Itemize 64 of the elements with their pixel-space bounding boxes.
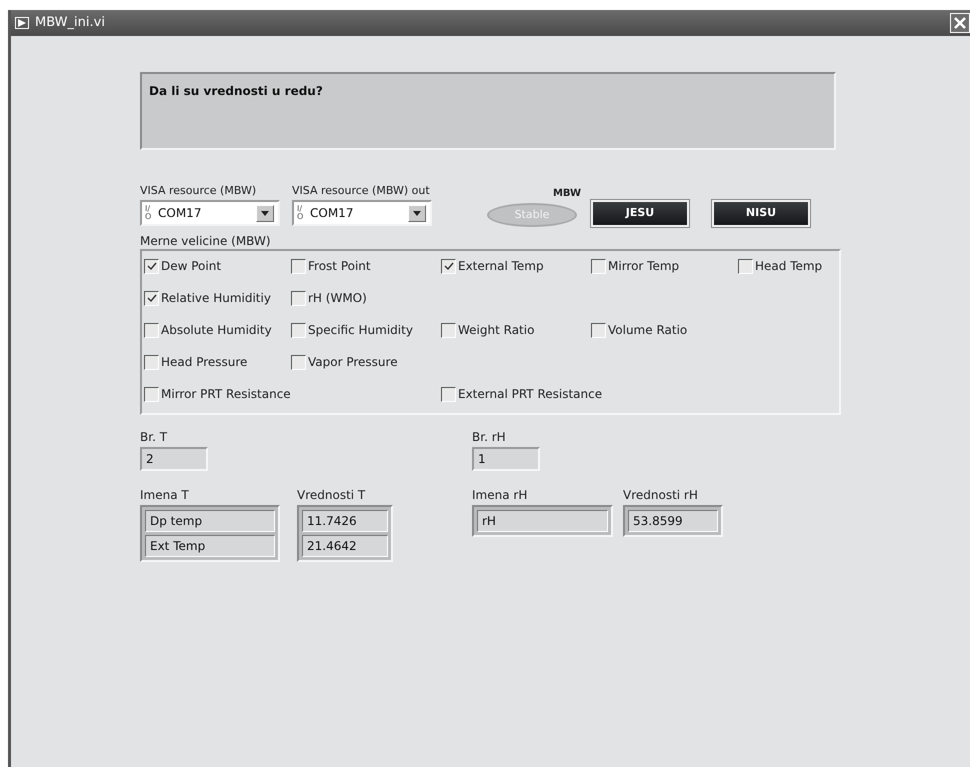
checkbox-option[interactable]: rH (WMO): [291, 289, 441, 307]
field-label: Br. T: [140, 429, 168, 445]
value-entry: 21.4642: [302, 535, 388, 557]
name-entry: rH: [477, 510, 608, 532]
checkbox-option[interactable]: Specific Humidity: [291, 321, 441, 339]
action-button[interactable]: JESU: [591, 200, 689, 227]
close-button[interactable]: [950, 13, 970, 33]
field-label: VISA resource (MBW): [140, 183, 256, 199]
checkbox-option[interactable]: Head Pressure: [144, 353, 291, 371]
check-icon: [146, 262, 156, 270]
group-label: Merne velicine (MBW): [140, 233, 272, 249]
checkbox-option[interactable]: Vapor Pressure: [291, 353, 441, 371]
field-label: Vrednosti rH: [623, 487, 699, 503]
checkbox-option[interactable]: Absolute Humidity: [144, 321, 291, 339]
checkbox[interactable]: [144, 386, 159, 402]
caret-icon[interactable]: [256, 204, 274, 222]
run-arrow-icon: [15, 17, 29, 29]
close-icon: [954, 17, 966, 29]
checkbox-option[interactable]: Dew Point: [144, 257, 291, 275]
field-label: Vrednosti T: [297, 487, 366, 503]
field-label: Br. rH: [472, 429, 507, 445]
indicator-label: MBW: [552, 187, 582, 201]
dropdown-value: COM17: [158, 205, 202, 222]
field-label: VISA resource (MBW) out: [292, 183, 430, 199]
name-entry: Ext Temp: [145, 535, 275, 557]
checkbox[interactable]: [591, 258, 606, 274]
message-text: Da li su vrednosti u redu?: [149, 84, 323, 98]
checkbox[interactable]: [144, 354, 159, 370]
numeric-indicator: 2: [140, 447, 208, 471]
field-label: Imena T: [140, 487, 190, 503]
checkbox-option[interactable]: Mirror PRT Resistance: [144, 385, 441, 403]
checkbox-option[interactable]: Relative Humiditiy: [144, 289, 291, 307]
checkbox[interactable]: [591, 322, 606, 338]
check-icon: [444, 262, 454, 270]
value-entry: 11.7426: [302, 510, 388, 532]
checkbox[interactable]: [144, 322, 159, 338]
checkbox[interactable]: [291, 258, 306, 274]
io-icon: I/O: [297, 205, 307, 221]
checkbox[interactable]: [441, 386, 456, 402]
checkbox-option[interactable]: Frost Point: [291, 257, 441, 275]
dropdown-value: COM17: [310, 205, 354, 222]
checkbox[interactable]: [144, 258, 159, 274]
checkbox[interactable]: [738, 258, 753, 274]
checkbox-option[interactable]: Volume Ratio: [591, 321, 738, 339]
checkbox-option[interactable]: Head Temp: [738, 257, 838, 275]
checkbox-option[interactable]: External PRT Resistance: [441, 385, 738, 403]
caret-icon[interactable]: [408, 204, 426, 222]
check-icon: [146, 294, 156, 302]
checkbox[interactable]: [441, 322, 456, 338]
field-label: Imena rH: [472, 487, 528, 503]
window-title: MBW_ini.vi: [35, 14, 105, 32]
value-entry: 53.8599: [628, 510, 718, 532]
checkbox[interactable]: [441, 258, 456, 274]
checkbox-option[interactable]: Weight Ratio: [441, 321, 591, 339]
checkbox-option[interactable]: External Temp: [441, 257, 591, 275]
checkbox[interactable]: [291, 354, 306, 370]
checkbox[interactable]: [291, 322, 306, 338]
checkbox[interactable]: [291, 290, 306, 306]
checkbox[interactable]: [144, 290, 159, 306]
numeric-indicator: 1: [472, 447, 540, 471]
action-button[interactable]: NISU: [712, 200, 810, 227]
name-entry: Dp temp: [145, 510, 275, 532]
io-icon: I/O: [145, 205, 155, 221]
checkbox-option[interactable]: Mirror Temp: [591, 257, 738, 275]
